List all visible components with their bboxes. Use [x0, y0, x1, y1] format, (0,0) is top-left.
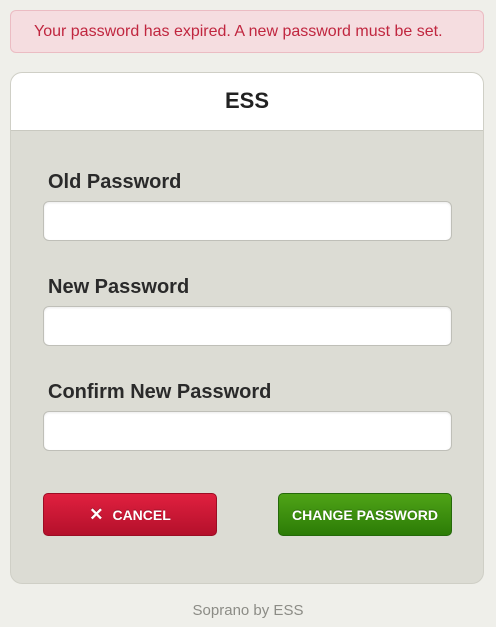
- x-icon: ✕: [89, 505, 104, 524]
- cancel-button[interactable]: ✕ CANCEL: [43, 493, 217, 536]
- confirm-password-input[interactable]: [43, 411, 452, 451]
- change-password-button-label: CHANGE PASSWORD: [292, 506, 438, 523]
- new-password-input[interactable]: [43, 306, 452, 346]
- change-password-card: ESS Old Password New Password Confirm Ne…: [10, 72, 484, 584]
- cancel-button-label: CANCEL: [112, 506, 171, 523]
- confirm-password-label: Confirm New Password: [48, 381, 272, 403]
- change-password-button[interactable]: CHANGE PASSWORD: [278, 493, 452, 536]
- alert-message: Your password has expired. A new passwor…: [34, 23, 443, 40]
- password-expired-alert: Your password has expired. A new passwor…: [10, 10, 484, 53]
- new-password-label: New Password: [48, 276, 190, 298]
- card-title: ESS: [11, 73, 483, 131]
- old-password-input[interactable]: [43, 201, 452, 241]
- old-password-label: Old Password: [48, 171, 182, 193]
- footer-text: Soprano by ESS: [192, 602, 304, 619]
- change-password-page: Your password has expired. A new passwor…: [0, 0, 496, 627]
